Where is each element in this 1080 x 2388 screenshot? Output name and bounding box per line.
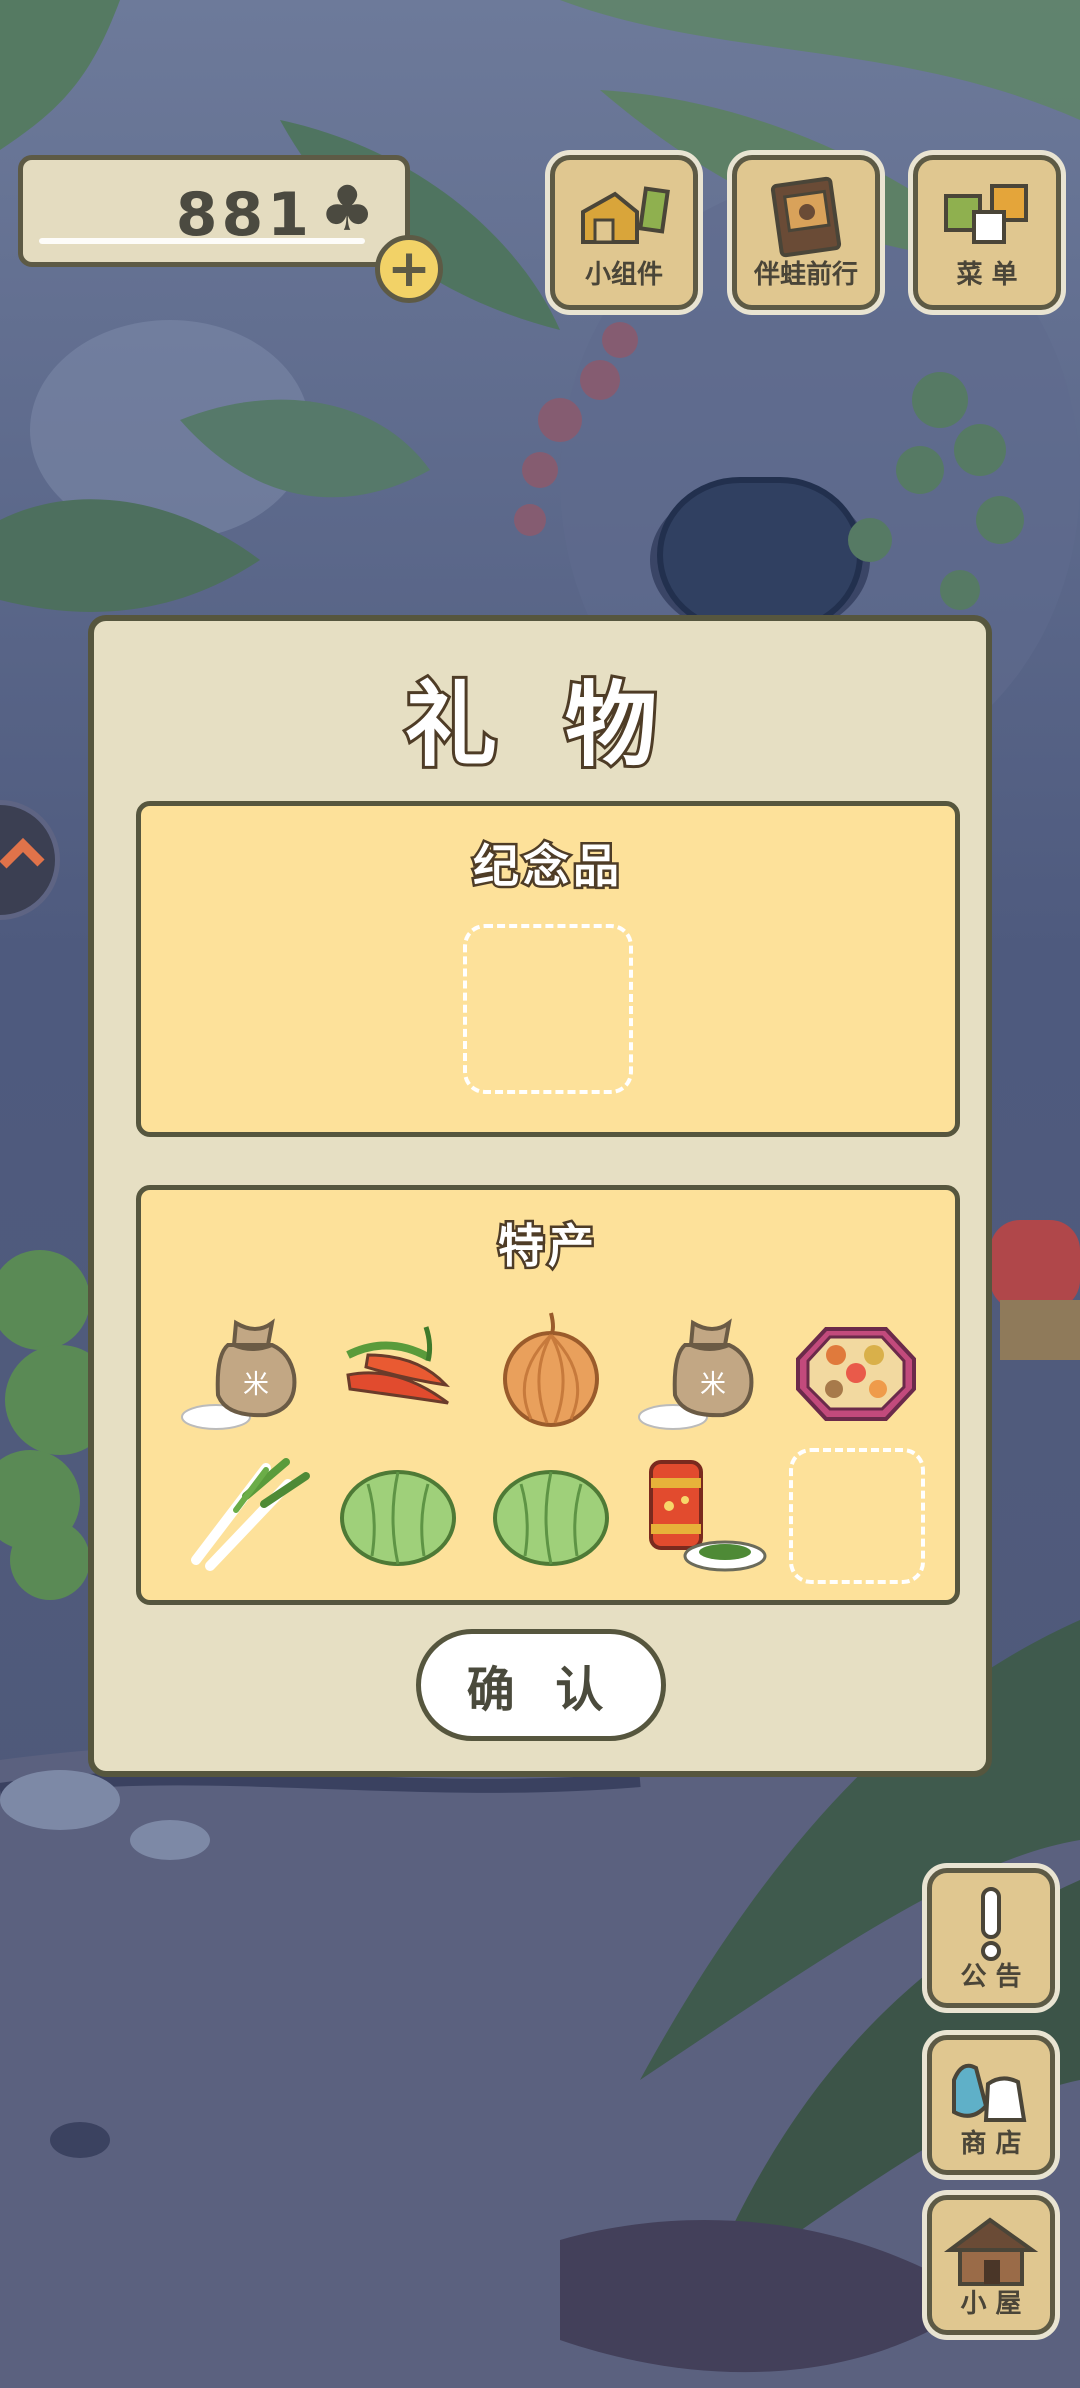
svg-text:米: 米 bbox=[243, 1370, 269, 1400]
bento-box-item[interactable] bbox=[786, 1305, 926, 1435]
cabbage-icon bbox=[493, 1470, 609, 1566]
house-button[interactable]: 小 屋 bbox=[927, 2195, 1055, 2335]
green-onion-item[interactable] bbox=[176, 1448, 316, 1578]
rice-sack-item-2[interactable]: 米 bbox=[633, 1305, 773, 1435]
specialty-title: 特产 bbox=[496, 1217, 598, 1276]
souvenir-empty-slot[interactable] bbox=[463, 924, 633, 1094]
announcement-button[interactable]: 公 告 bbox=[927, 1868, 1055, 2008]
widget-button[interactable]: 小组件 bbox=[550, 155, 698, 310]
side-arrow-button[interactable] bbox=[0, 800, 60, 920]
menu-button[interactable]: 菜 单 bbox=[913, 155, 1061, 310]
widget-icon bbox=[555, 172, 693, 260]
svg-text:米: 米 bbox=[700, 1370, 726, 1400]
rice-sack-item[interactable]: 米 bbox=[176, 1305, 316, 1435]
shop-button[interactable]: 商 店 bbox=[927, 2035, 1055, 2175]
add-clover-button[interactable]: + bbox=[375, 235, 443, 303]
clover-icon: ♣ bbox=[319, 172, 375, 245]
rice-sack-icon: 米 bbox=[638, 1318, 754, 1430]
cabbage-item-2[interactable] bbox=[481, 1448, 621, 1578]
shop-label: 商 店 bbox=[960, 2129, 1022, 2159]
onion-item[interactable] bbox=[481, 1305, 621, 1435]
specialty-empty-slot[interactable] bbox=[789, 1448, 925, 1584]
currency-underline bbox=[39, 238, 365, 244]
frog-journey-label: 伴蛙前行 bbox=[753, 260, 858, 290]
currency-display: 881 ♣ bbox=[18, 155, 410, 267]
onion-icon bbox=[503, 1312, 599, 1427]
souvenir-section: 纪念品 bbox=[136, 801, 960, 1137]
house-label: 小 屋 bbox=[960, 2289, 1022, 2319]
tea-can-item[interactable] bbox=[633, 1448, 773, 1578]
album-icon bbox=[737, 172, 875, 260]
frog-journey-button[interactable]: 伴蛙前行 bbox=[732, 155, 880, 310]
chili-pepper-item[interactable] bbox=[328, 1305, 468, 1435]
gift-dialog: 礼 物 纪念品 特产 米 米 确 认 bbox=[88, 615, 992, 1777]
green-onion-icon bbox=[191, 1458, 310, 1571]
exclamation-icon bbox=[932, 1883, 1050, 1963]
souvenir-title: 纪念品 bbox=[471, 837, 623, 896]
specialty-section: 特产 米 米 bbox=[136, 1185, 960, 1605]
rice-sack-icon: 米 bbox=[181, 1318, 297, 1430]
confirm-button[interactable]: 确 认 bbox=[416, 1629, 666, 1741]
cabbage-icon bbox=[340, 1470, 456, 1566]
house-icon bbox=[932, 2210, 1050, 2290]
menu-label: 菜 单 bbox=[956, 260, 1018, 290]
dialog-title: 礼 物 bbox=[402, 669, 676, 782]
bento-box-icon bbox=[796, 1327, 916, 1421]
menu-icon bbox=[918, 172, 1056, 260]
widget-label: 小组件 bbox=[584, 260, 663, 290]
tea-can-icon bbox=[649, 1460, 767, 1572]
cabbage-item[interactable] bbox=[328, 1448, 468, 1578]
chili-pepper-icon bbox=[346, 1326, 451, 1405]
announcement-label: 公 告 bbox=[960, 1962, 1022, 1992]
arrow-icon bbox=[0, 837, 45, 869]
shop-bag-icon bbox=[932, 2050, 1050, 2130]
